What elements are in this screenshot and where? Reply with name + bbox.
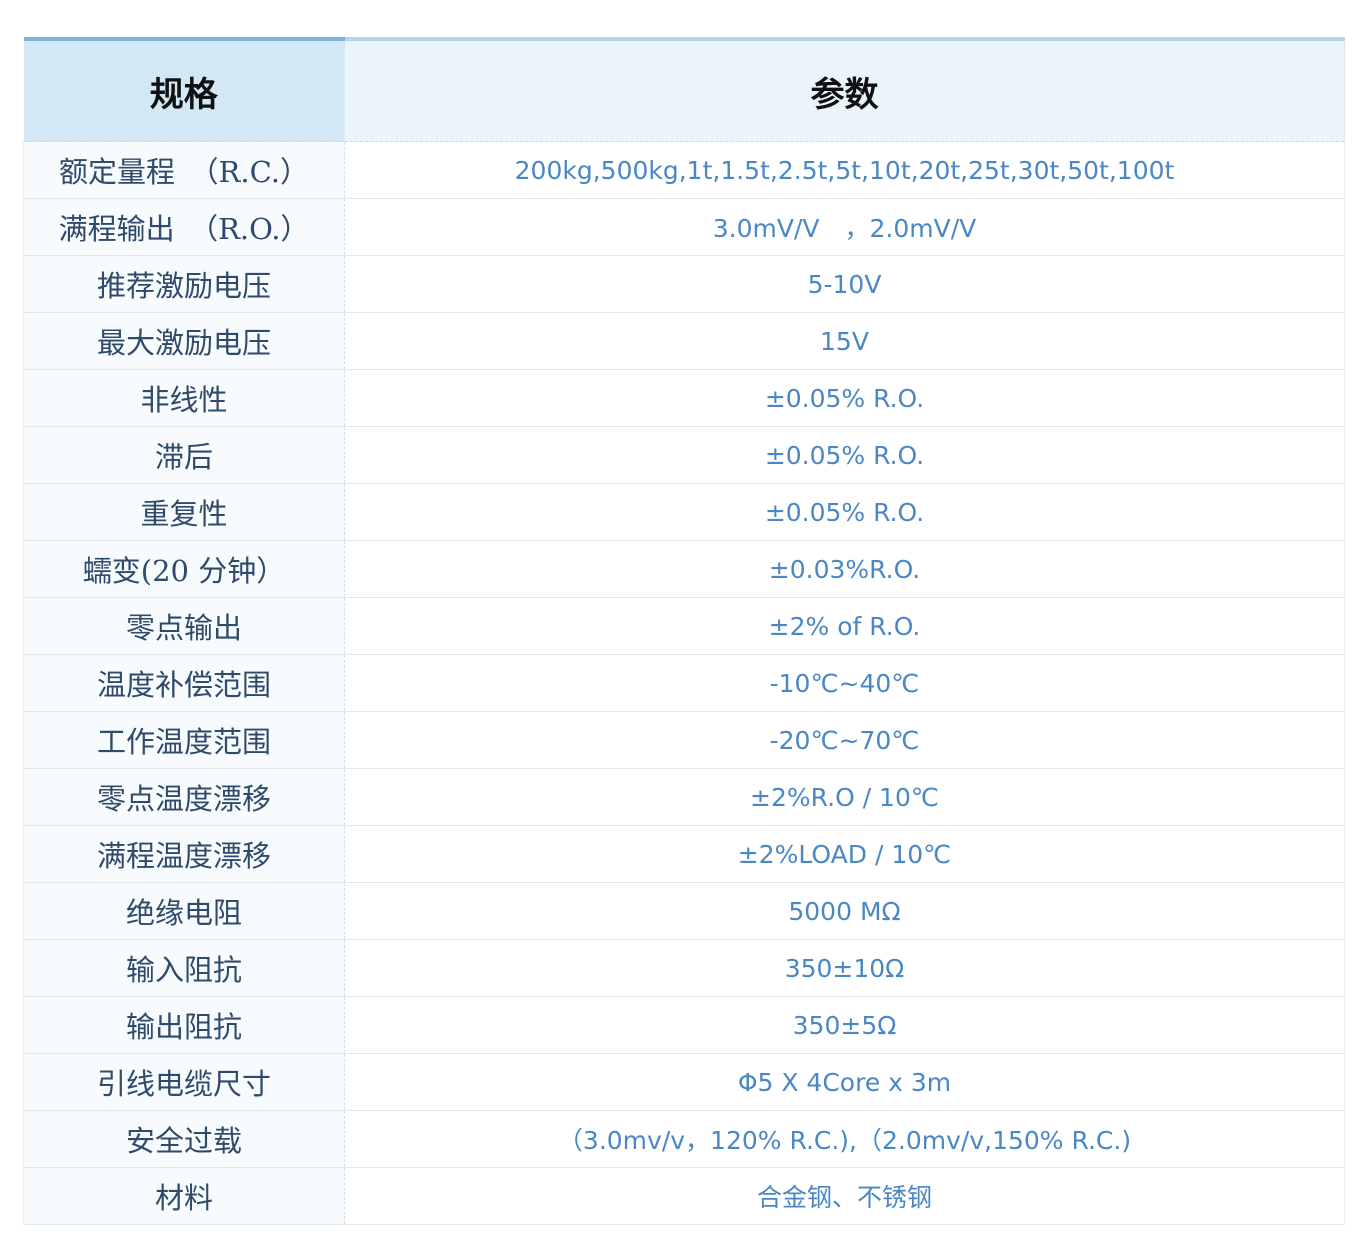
spec-value-cell: 3.0mV/V ，2.0mV/V — [344, 198, 1345, 256]
spec-name-cell: 额定量程 （R.C.） — [23, 141, 345, 199]
spec-name-cell: 满程温度漂移 — [23, 825, 345, 883]
spec-name-cell: 非线性 — [23, 369, 345, 427]
header-value: 参数 — [344, 37, 1345, 142]
spec-value-cell: -10℃~40℃ — [344, 654, 1345, 712]
spec-value-cell: ±2%LOAD / 10℃ — [344, 825, 1345, 883]
table-row: 绝缘电阻 5000 MΩ — [23, 882, 1345, 940]
spec-value-cell: ±2% of R.O. — [344, 597, 1345, 655]
table-header: 规格 参数 — [23, 37, 1345, 142]
spec-name-cell: 重复性 — [23, 483, 345, 541]
spec-value-cell: 5000 MΩ — [344, 882, 1345, 940]
spec-value-cell: ±0.05% R.O. — [344, 369, 1345, 427]
table-row: 最大激励电压 15V — [23, 312, 1345, 370]
spec-name-cell: 输入阻抗 — [23, 939, 345, 997]
table-row: 零点输出 ±2% of R.O. — [23, 597, 1345, 655]
table-row: 推荐激励电压 5-10V — [23, 255, 1345, 313]
table-body: 额定量程 （R.C.） 200kg,500kg,1t,1.5t,2.5t,5t,1… — [23, 141, 1345, 1225]
header-spec: 规格 — [23, 37, 345, 142]
table-row: 蠕变(20 分钟） ±0.03%R.O. — [23, 540, 1345, 598]
spec-name-cell: 绝缘电阻 — [23, 882, 345, 940]
table-row: 材料 合金钢、不锈钢 — [23, 1167, 1345, 1225]
table-row: 满程温度漂移 ±2%LOAD / 10℃ — [23, 825, 1345, 883]
table-row: 滞后 ±0.05% R.O. — [23, 426, 1345, 484]
spec-name-cell: 最大激励电压 — [23, 312, 345, 370]
table-row: 安全过载 （3.0mv/v，120% R.C.),（2.0mv/v,150% R.… — [23, 1110, 1345, 1168]
table-row: 额定量程 （R.C.） 200kg,500kg,1t,1.5t,2.5t,5t,1… — [23, 141, 1345, 199]
spec-value-cell: 5-10V — [344, 255, 1345, 313]
spec-name-cell: 工作温度范围 — [23, 711, 345, 769]
spec-name-cell: 引线电缆尺寸 — [23, 1053, 345, 1111]
table-row: 满程输出 （R.O.） 3.0mV/V ，2.0mV/V — [23, 198, 1345, 256]
spec-name-cell: 满程输出 （R.O.） — [23, 198, 345, 256]
spec-table: 规格 参数 额定量程 （R.C.） 200kg,500kg,1t,1.5t,2.5… — [23, 37, 1345, 1225]
spec-value-cell: 合金钢、不锈钢 — [344, 1167, 1345, 1225]
spec-value-cell: 350±10Ω — [344, 939, 1345, 997]
table-row: 输出阻抗 350±5Ω — [23, 996, 1345, 1054]
spec-value-cell: ±2%R.O / 10℃ — [344, 768, 1345, 826]
spec-name-cell: 安全过载 — [23, 1110, 345, 1168]
spec-value-cell: ±0.05% R.O. — [344, 483, 1345, 541]
spec-name-cell: 零点温度漂移 — [23, 768, 345, 826]
spec-name-cell: 温度补偿范围 — [23, 654, 345, 712]
spec-name-cell: 零点输出 — [23, 597, 345, 655]
spec-value-cell: ±0.05% R.O. — [344, 426, 1345, 484]
table-row: 工作温度范围 -20℃~70℃ — [23, 711, 1345, 769]
spec-name-cell: 蠕变(20 分钟） — [23, 540, 345, 598]
table-row: 输入阻抗 350±10Ω — [23, 939, 1345, 997]
table-row: 非线性 ±0.05% R.O. — [23, 369, 1345, 427]
spec-value-cell: （3.0mv/v，120% R.C.),（2.0mv/v,150% R.C.) — [344, 1110, 1345, 1168]
header-row: 规格 参数 — [23, 37, 1345, 142]
table-row: 引线电缆尺寸 Φ5 X 4Core x 3m — [23, 1053, 1345, 1111]
spec-name-cell: 材料 — [23, 1167, 345, 1225]
spec-value-cell: ±0.03%R.O. — [344, 540, 1345, 598]
spec-value-cell: 350±5Ω — [344, 996, 1345, 1054]
spec-value-cell: Φ5 X 4Core x 3m — [344, 1053, 1345, 1111]
table-row: 重复性 ±0.05% R.O. — [23, 483, 1345, 541]
table-row: 零点温度漂移 ±2%R.O / 10℃ — [23, 768, 1345, 826]
table-row: 温度补偿范围 -10℃~40℃ — [23, 654, 1345, 712]
spec-value-cell: 200kg,500kg,1t,1.5t,2.5t,5t,10t,20t,25t,… — [344, 141, 1345, 199]
spec-name-cell: 推荐激励电压 — [23, 255, 345, 313]
spec-value-cell: -20℃~70℃ — [344, 711, 1345, 769]
spec-name-cell: 滞后 — [23, 426, 345, 484]
spec-name-cell: 输出阻抗 — [23, 996, 345, 1054]
spec-value-cell: 15V — [344, 312, 1345, 370]
